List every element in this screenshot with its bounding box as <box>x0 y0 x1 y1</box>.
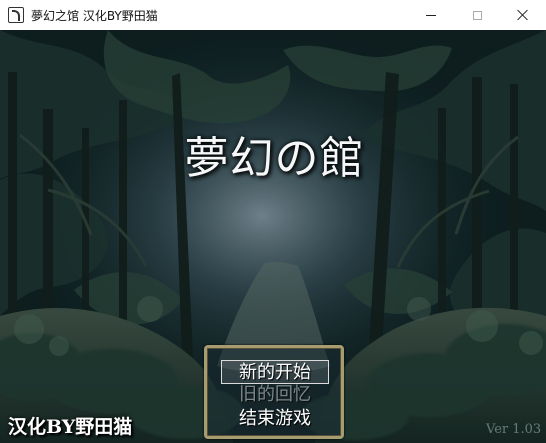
minimize-icon <box>426 14 436 16</box>
title-menu: 新的开始 旧的回忆 结束游戏 <box>204 345 344 439</box>
window-title-bar[interactable]: 夢幻之馆 汉化BY野田猫 <box>0 0 546 30</box>
continue-menu-item[interactable]: 旧的回忆 <box>221 383 329 407</box>
app-icon <box>8 7 24 23</box>
version-label: Ver 1.03 <box>486 422 542 437</box>
game-window: 夢幻之馆 汉化BY野田猫 夢幻の館 新的开始 旧的回忆 结束游戏 汉化BY野田猫… <box>0 0 546 443</box>
new-game-menu-item[interactable]: 新的开始 <box>221 360 329 384</box>
forest-title-screen[interactable]: 夢幻の館 新的开始 旧的回忆 结束游戏 汉化BY野田猫 Ver 1.03 <box>0 30 546 443</box>
close-button[interactable] <box>500 0 546 30</box>
maximize-icon <box>472 10 482 20</box>
close-icon <box>517 9 529 21</box>
maximize-button[interactable] <box>454 0 500 30</box>
minimize-button[interactable] <box>408 0 454 30</box>
exit-game-menu-item[interactable]: 结束游戏 <box>221 407 329 431</box>
window-title: 夢幻之馆 汉化BY野田猫 <box>31 8 158 23</box>
game-title-logo: 夢幻の館 <box>184 133 365 184</box>
translation-credit: 汉化BY野田猫 <box>8 416 133 438</box>
